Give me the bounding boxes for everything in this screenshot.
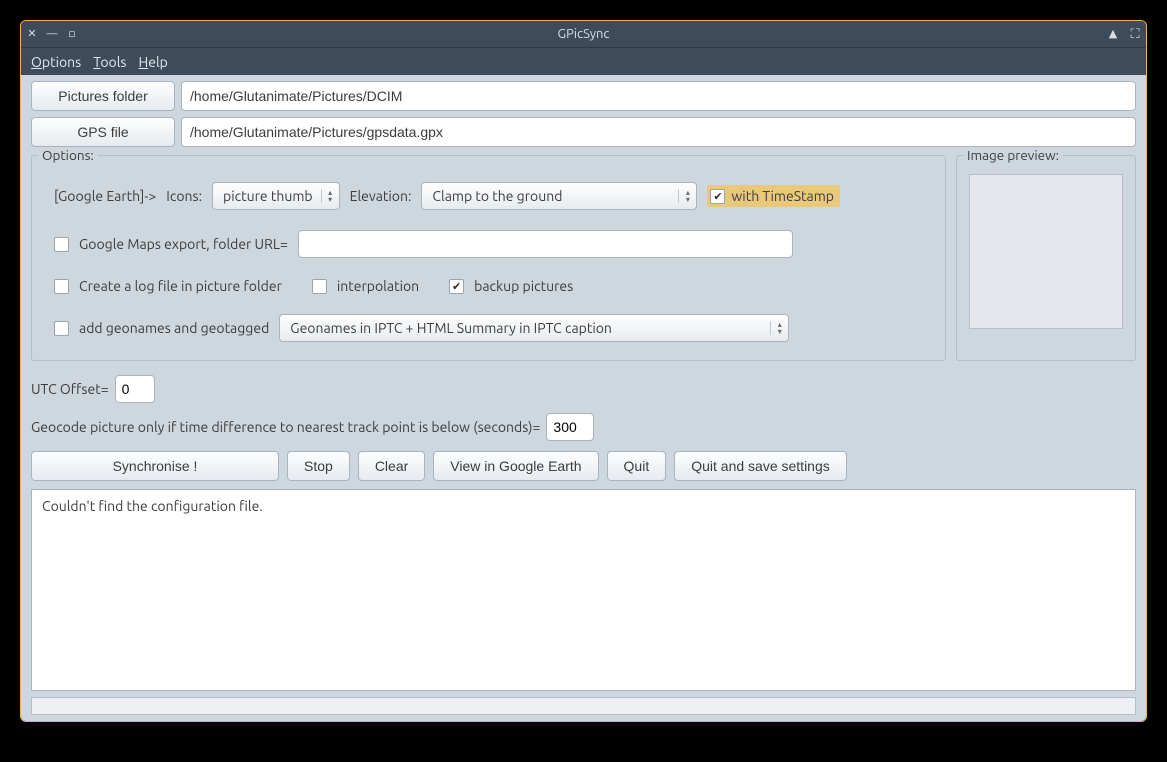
stop-button[interactable]: Stop [287,451,350,481]
backup-label: backup pictures [474,278,573,294]
menu-options[interactable]: Options [31,54,81,70]
clear-button[interactable]: Clear [358,451,425,481]
gmaps-checkbox[interactable] [54,237,69,252]
icons-label: Icons: [166,188,202,204]
gps-file-button[interactable]: GPS file [31,117,175,147]
minimize-icon[interactable]: — [47,29,57,39]
utc-offset-input[interactable] [115,375,155,403]
quit-save-button[interactable]: Quit and save settings [674,451,847,481]
view-google-earth-button[interactable]: View in Google Earth [433,451,598,481]
menubar: Options Tools Help [21,47,1146,75]
image-preview [969,174,1123,329]
gmaps-label: Google Maps export, folder URL= [79,236,288,252]
close-icon[interactable]: ✕ [27,29,37,39]
icons-combo[interactable]: picture thumb ▴▾ [212,182,340,210]
menu-help[interactable]: Help [138,54,167,70]
timestamp-label: with TimeStamp [731,188,834,204]
maximize-icon[interactable]: ▫ [67,29,77,39]
geonames-mode-value: Geonames in IPTC + HTML Summary in IPTC … [290,320,612,336]
utc-offset-label: UTC Offset= [31,381,109,397]
log-output: Couldn't find the configuration file. [31,489,1136,691]
menu-tools[interactable]: Tools [93,54,126,70]
logfile-label: Create a log file in picture folder [79,278,282,294]
geocode-threshold-label: Geocode picture only if time difference … [31,419,540,435]
pictures-folder-button[interactable]: Pictures folder [31,81,175,111]
preview-panel: Image preview: [956,155,1136,361]
window-title: GPicSync [21,27,1146,41]
interpolation-checkbox[interactable] [312,279,327,294]
synchronise-button[interactable]: Synchronise ! [31,451,279,481]
preview-panel-title: Image preview: [963,147,1063,163]
pictures-folder-input[interactable] [181,81,1136,111]
interpolation-label: interpolation [337,278,419,294]
geonames-label: add geonames and geotagged [79,320,269,336]
google-earth-prefix: [Google Earth]-> [54,188,156,204]
timestamp-checkbox[interactable] [710,189,725,204]
spinner-icon: ▴▾ [321,189,335,203]
statusbar [31,697,1136,715]
geonames-checkbox[interactable] [54,321,69,336]
logfile-checkbox[interactable] [54,279,69,294]
gmaps-url-input[interactable] [298,230,793,258]
main-window: ✕ — ▫ GPicSync ▲ ⛶ Options Tools Help Pi… [20,20,1147,722]
gps-file-input[interactable] [181,117,1136,147]
geonames-mode-combo[interactable]: Geonames in IPTC + HTML Summary in IPTC … [279,314,789,342]
spinner-icon: ▴▾ [678,189,692,203]
rollup-icon[interactable]: ▲ [1108,29,1118,39]
icons-combo-value: picture thumb [223,188,313,204]
timestamp-option[interactable]: with TimeStamp [707,185,840,207]
content-area: Pictures folder GPS file Options: [Googl… [21,75,1146,721]
geocode-threshold-input[interactable] [546,413,594,441]
expand-icon[interactable]: ⛶ [1130,29,1140,39]
spinner-icon: ▴▾ [770,321,784,335]
elevation-label: Elevation: [350,188,412,204]
quit-button[interactable]: Quit [607,451,667,481]
backup-checkbox[interactable] [449,279,464,294]
titlebar: ✕ — ▫ GPicSync ▲ ⛶ [21,21,1146,47]
options-panel: Options: [Google Earth]-> Icons: picture… [31,155,946,361]
options-panel-title: Options: [38,147,98,163]
elevation-combo-value: Clamp to the ground [432,188,562,204]
elevation-combo[interactable]: Clamp to the ground ▴▾ [421,182,697,210]
action-row: Synchronise ! Stop Clear View in Google … [31,451,1136,481]
